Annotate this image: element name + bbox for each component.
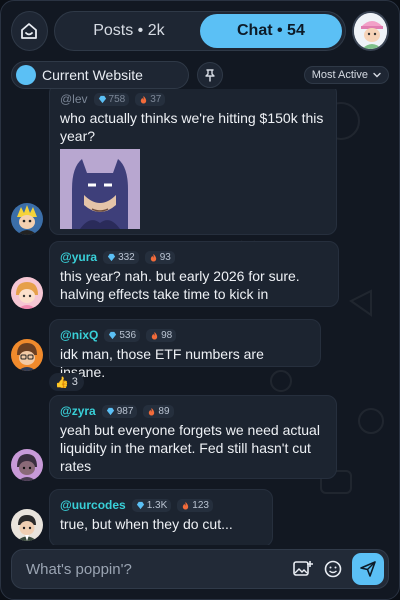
fire-count: 123 xyxy=(192,499,209,511)
tab-switcher: Posts • 2k Chat • 54 xyxy=(53,11,346,51)
fire-icon xyxy=(141,95,147,104)
fire-stat: 123 xyxy=(177,498,213,512)
fire-icon xyxy=(149,407,155,416)
message-text: who actually thinks we're hitting $150k … xyxy=(60,110,324,144)
message-text: idk man, those ETF numbers are insane. xyxy=(60,346,264,380)
message-username[interactable]: @yura xyxy=(60,250,97,264)
user-avatar[interactable] xyxy=(351,11,389,51)
diamond-icon xyxy=(106,407,114,415)
avatar[interactable] xyxy=(11,509,43,541)
gem-count: 536 xyxy=(119,329,137,341)
fire-icon xyxy=(150,253,156,262)
message-bubble: @uurcodes 1.3K 123 true, but when they d… xyxy=(49,489,273,545)
home-button[interactable] xyxy=(11,11,48,51)
chevron-down-icon xyxy=(373,72,381,78)
fire-count: 37 xyxy=(150,93,162,105)
chat-message: @nixQ 536 98 idk man, those ETF numbers … xyxy=(11,319,389,391)
tab-posts[interactable]: Posts • 2k xyxy=(58,14,200,48)
reaction-count: 3 xyxy=(71,376,78,388)
message-composer xyxy=(11,549,389,589)
pin-icon xyxy=(205,69,215,82)
fire-count: 98 xyxy=(161,329,173,341)
message-text: yeah but everyone forgets we need actual… xyxy=(60,422,320,474)
avatar[interactable] xyxy=(11,449,43,481)
gem-count: 758 xyxy=(108,93,126,105)
message-username[interactable]: @zyra xyxy=(60,404,96,418)
message-bubble: @zyra 987 89 yeah but everyone forgets w… xyxy=(49,395,337,479)
fire-stat: 89 xyxy=(143,404,174,418)
top-bar: Posts • 2k Chat • 54 xyxy=(11,11,389,51)
gem-stat: 332 xyxy=(103,250,139,264)
emoji-icon xyxy=(324,560,342,578)
message-meta: @nixQ 536 98 xyxy=(60,328,310,342)
gem-count: 332 xyxy=(118,251,135,263)
fire-icon xyxy=(151,331,158,340)
message-meta: @uurcodes 1.3K 123 xyxy=(60,498,262,512)
diamond-icon xyxy=(136,501,144,509)
avatar[interactable] xyxy=(11,277,43,309)
gem-stat: 987 xyxy=(101,404,138,418)
chat-message: @yura 332 93 this year? nah. but early 2… xyxy=(11,241,389,311)
tab-chat[interactable]: Chat • 54 xyxy=(199,14,342,48)
filter-row: Current Website Most Active xyxy=(11,61,389,89)
batman-image[interactable] xyxy=(60,149,140,229)
diamond-icon xyxy=(107,253,116,261)
avatar[interactable] xyxy=(11,203,43,235)
fire-stat: 37 xyxy=(135,92,166,106)
chat-message: @zyra 987 89 yeah but everyone forgets w… xyxy=(11,395,389,485)
message-username[interactable]: @lev xyxy=(60,92,88,106)
message-username[interactable]: @uurcodes xyxy=(60,498,126,512)
message-meta: @yura 332 93 xyxy=(60,250,328,264)
message-bubble: @nixQ 536 98 idk man, those ETF numbers … xyxy=(49,319,321,380)
send-button[interactable] xyxy=(352,553,384,585)
image-add-icon xyxy=(293,561,313,576)
website-favicon-icon xyxy=(16,65,36,85)
home-smile-icon xyxy=(21,23,38,39)
chat-panel: Posts • 2k Chat • 54 Current Website Mos… xyxy=(0,0,400,600)
message-text: true, but when they do cut... xyxy=(60,516,233,532)
message-username[interactable]: @nixQ xyxy=(60,328,98,342)
current-website-filter[interactable]: Current Website xyxy=(11,61,189,89)
gem-stat: 1.3K xyxy=(131,498,172,512)
message-meta: @zyra 987 89 xyxy=(60,404,326,418)
fire-stat: 98 xyxy=(146,328,177,342)
sort-label: Most Active xyxy=(311,69,368,81)
fire-stat: 93 xyxy=(144,250,175,264)
message-bubble: @lev 758 37 who actually thinks we're hi… xyxy=(49,89,337,235)
send-icon xyxy=(360,561,376,577)
gem-count: 1.3K xyxy=(146,499,168,511)
message-text: this year? nah. but early 2026 for sure.… xyxy=(60,268,300,302)
sort-dropdown[interactable]: Most Active xyxy=(303,66,389,84)
thumbs-up-icon: 👍 xyxy=(55,376,69,389)
diamond-icon xyxy=(109,331,117,339)
fire-count: 93 xyxy=(159,251,171,263)
message-bubble: @yura 332 93 this year? nah. but early 2… xyxy=(49,241,339,307)
chat-message: @lev 758 37 who actually thinks we're hi… xyxy=(11,89,389,239)
message-meta: @lev 758 37 xyxy=(60,92,326,106)
avatar[interactable] xyxy=(11,339,43,371)
gem-stat: 536 xyxy=(104,328,141,342)
pin-button[interactable] xyxy=(197,62,223,88)
fire-icon xyxy=(183,501,189,510)
emoji-button[interactable] xyxy=(322,558,344,580)
diamond-icon xyxy=(98,95,106,103)
gem-stat: 758 xyxy=(93,92,130,106)
chat-message: @uurcodes 1.3K 123 true, but when they d… xyxy=(11,489,389,545)
website-filter-label: Current Website xyxy=(42,67,143,83)
reaction-chip[interactable]: 👍 3 xyxy=(49,373,84,391)
message-input[interactable] xyxy=(26,560,292,578)
fire-count: 89 xyxy=(158,405,170,417)
add-image-button[interactable] xyxy=(292,558,314,580)
gem-count: 987 xyxy=(116,405,134,417)
message-list[interactable]: @lev 758 37 who actually thinks we're hi… xyxy=(1,89,399,545)
